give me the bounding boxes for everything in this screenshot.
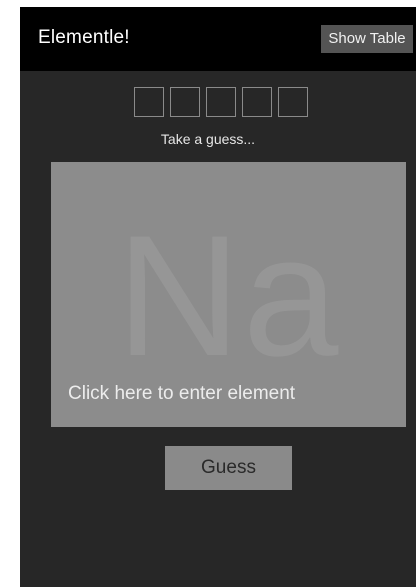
guess-prompt: Take a guess... (160, 131, 256, 147)
app-screen: Elementle! Show Table Take a guess... Na… (20, 7, 416, 587)
guess-slot (170, 87, 200, 117)
guess-slot (206, 87, 236, 117)
top-bar: Elementle! Show Table (20, 7, 416, 71)
guess-slot (278, 87, 308, 117)
app-title: Elementle! (38, 27, 130, 48)
guess-slot (134, 87, 164, 117)
show-table-button[interactable]: Show Table (321, 25, 413, 53)
guess-button[interactable]: Guess (165, 446, 292, 490)
guess-slot (242, 87, 272, 117)
element-input-panel[interactable]: Na Click here to enter element (51, 162, 406, 427)
guess-slots (134, 87, 308, 117)
element-symbol-placeholder: Na (116, 200, 341, 392)
enter-element-hint: Click here to enter element (68, 383, 296, 404)
